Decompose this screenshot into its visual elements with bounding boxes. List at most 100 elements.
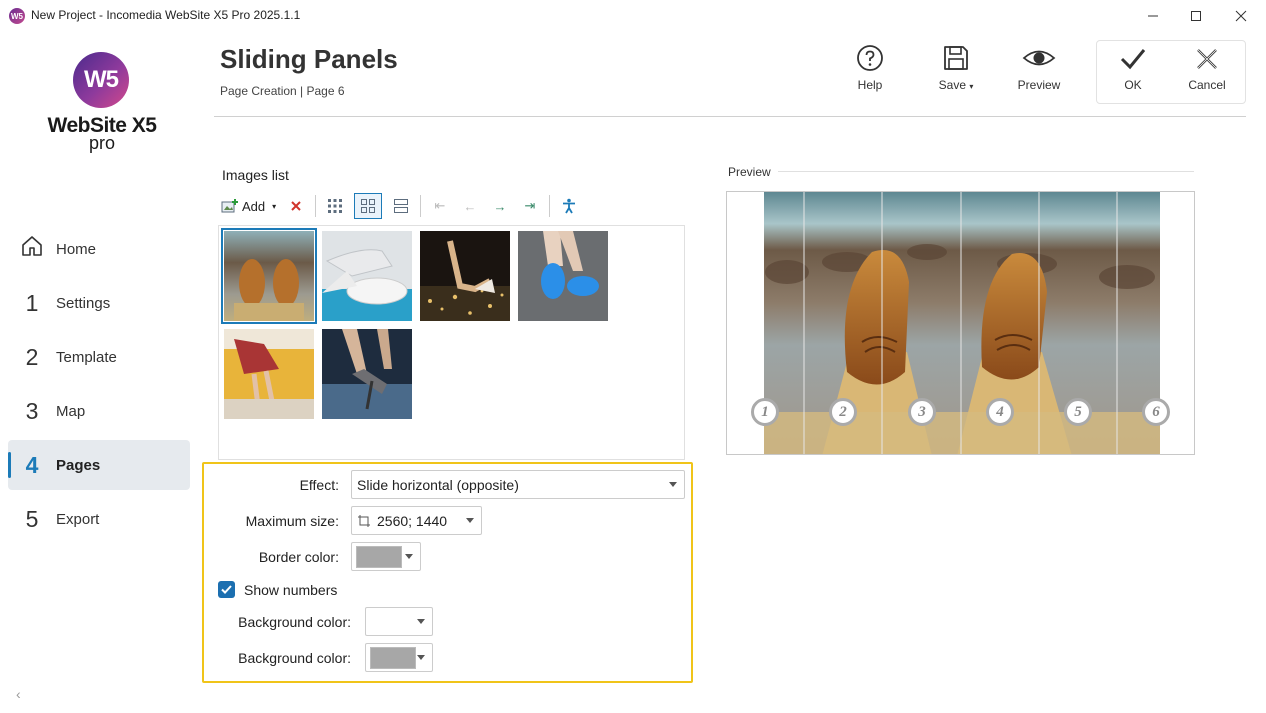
small-grid-view-button[interactable] [324, 194, 346, 218]
panel-number-4: 4 [986, 398, 1014, 426]
sidebar-item-number: 3 [25, 397, 39, 424]
chevron-down-icon [405, 554, 413, 559]
save-button[interactable]: Save ▾ [921, 44, 991, 100]
sidebar-item-label: Pages [56, 456, 101, 474]
panel-number-1: 1 [751, 398, 779, 426]
sidebar-item-home[interactable]: Home [8, 224, 190, 274]
cancel-icon [1197, 49, 1217, 69]
border-color-label: Border color: [258, 549, 339, 565]
panel-number-5: 5 [1064, 398, 1092, 426]
cancel-button[interactable]: Cancel [1172, 46, 1242, 102]
accessibility-icon [563, 198, 575, 214]
sidebar-item-number: 1 [25, 289, 39, 316]
cancel-label: Cancel [1188, 78, 1226, 92]
bg-color-label-2: Background color: [238, 650, 351, 666]
preview-divider [778, 171, 1194, 172]
preview-button[interactable]: Preview [1004, 44, 1074, 100]
thumbnail-tying-white-sneaker[interactable] [322, 231, 412, 321]
chevron-down-icon [417, 619, 425, 624]
chevron-down-icon [669, 482, 677, 487]
move-first-button[interactable]: ⇤ [429, 194, 451, 218]
chevron-down-icon [417, 655, 425, 660]
sidebar-item-settings[interactable]: 1 Settings [8, 278, 190, 328]
effect-value: Slide horizontal (opposite) [357, 476, 519, 493]
bg-color-swatch-1 [370, 610, 416, 633]
checkmark-icon [221, 585, 232, 594]
max-size-value: 2560; 1440 [377, 512, 448, 529]
help-label: Help [857, 78, 883, 92]
move-right-button[interactable]: → [489, 194, 511, 218]
list-view-button[interactable] [390, 194, 412, 218]
logo-edition: pro [88, 133, 115, 153]
max-size-select[interactable]: 2560; 1440 [351, 506, 482, 535]
sidebar-item-map[interactable]: 3 Map [8, 386, 190, 436]
thumbnail-boots-on-rocks[interactable] [221, 228, 317, 324]
sidebar-item-export[interactable]: 5 Export [8, 494, 190, 544]
preview-title: Preview [728, 165, 771, 179]
images-list[interactable] [218, 225, 685, 460]
panel-number-2: 2 [829, 398, 857, 426]
bg-color-label-1: Background color: [238, 614, 351, 630]
thumbnail-woman-yellow-sofa[interactable] [224, 329, 314, 419]
page-title: Sliding Panels [220, 44, 398, 74]
save-icon [944, 46, 968, 70]
medium-grid-view-button[interactable] [354, 193, 382, 219]
arrow-left-icon: ← [463, 198, 477, 214]
move-last-button[interactable]: ⇥ [519, 194, 541, 218]
arrow-first-icon: ⇤ [434, 198, 446, 213]
toolbar-separator [549, 195, 550, 217]
thumbnail-heels-glitter[interactable] [420, 231, 510, 321]
sidebar-item-number: 5 [25, 505, 39, 532]
close-button[interactable] [1227, 4, 1255, 28]
preview-image [764, 192, 1160, 454]
small-grid-icon [328, 199, 342, 213]
preview-panel: 1 2 3 4 5 6 [726, 191, 1195, 455]
sidebar-item-number: 2 [25, 343, 39, 370]
help-icon [857, 45, 883, 71]
thumbnail-blue-sneakers[interactable] [518, 231, 608, 321]
sidebar-item-number: 4 [25, 451, 39, 478]
list-view-icon [394, 199, 408, 213]
ok-button[interactable]: OK [1098, 46, 1168, 102]
active-indicator [8, 452, 11, 478]
logo-mark: W5 [73, 52, 129, 108]
panel-number-6: 6 [1142, 398, 1170, 426]
eye-icon [1022, 50, 1056, 66]
show-numbers-checkbox[interactable] [218, 581, 235, 598]
add-image-button[interactable]: Add ▾ [221, 194, 277, 218]
close-icon [1235, 10, 1247, 22]
sidebar-item-pages[interactable]: 4 Pages [8, 440, 190, 490]
arrow-right-icon: → [493, 198, 507, 214]
thumbnail-glitter-heels[interactable] [322, 329, 412, 419]
border-color-swatch [356, 545, 402, 568]
help-button[interactable]: Help [835, 44, 905, 100]
images-toolbar: Add ▾ ⇤ ← → ⇥ [221, 193, 588, 219]
bg-color-picker-2[interactable] [365, 643, 433, 672]
accessibility-button[interactable] [558, 194, 580, 218]
effect-select[interactable]: Slide horizontal (opposite) [351, 470, 685, 499]
ok-label: OK [1124, 78, 1142, 92]
max-size-label: Maximum size: [245, 513, 339, 529]
medium-grid-icon [361, 199, 375, 213]
bg-color-swatch-2 [370, 646, 416, 669]
save-label: Save ▾ [938, 78, 974, 92]
sidebar-item-label: Export [56, 510, 100, 528]
panel-number-3: 3 [908, 398, 936, 426]
move-left-button[interactable]: ← [459, 194, 481, 218]
images-list-title: Images list [222, 167, 289, 183]
checkmark-icon [1120, 49, 1146, 70]
home-icon [8, 234, 56, 264]
minimize-button[interactable] [1139, 4, 1167, 28]
collapse-sidebar-icon[interactable]: ‹ [16, 686, 21, 702]
border-color-picker[interactable] [351, 542, 421, 571]
delete-image-button[interactable] [285, 194, 307, 218]
add-label: Add [242, 198, 266, 214]
maximize-button[interactable] [1182, 4, 1210, 28]
sidebar-item-template[interactable]: 2 Template [8, 332, 190, 382]
effect-label: Effect: [299, 477, 339, 493]
resize-icon [358, 514, 370, 527]
chevron-down-icon: ▾ [272, 201, 277, 211]
bg-color-picker-1[interactable] [365, 607, 433, 636]
app-icon: W5 [9, 8, 25, 24]
toolbar-separator [420, 195, 421, 217]
